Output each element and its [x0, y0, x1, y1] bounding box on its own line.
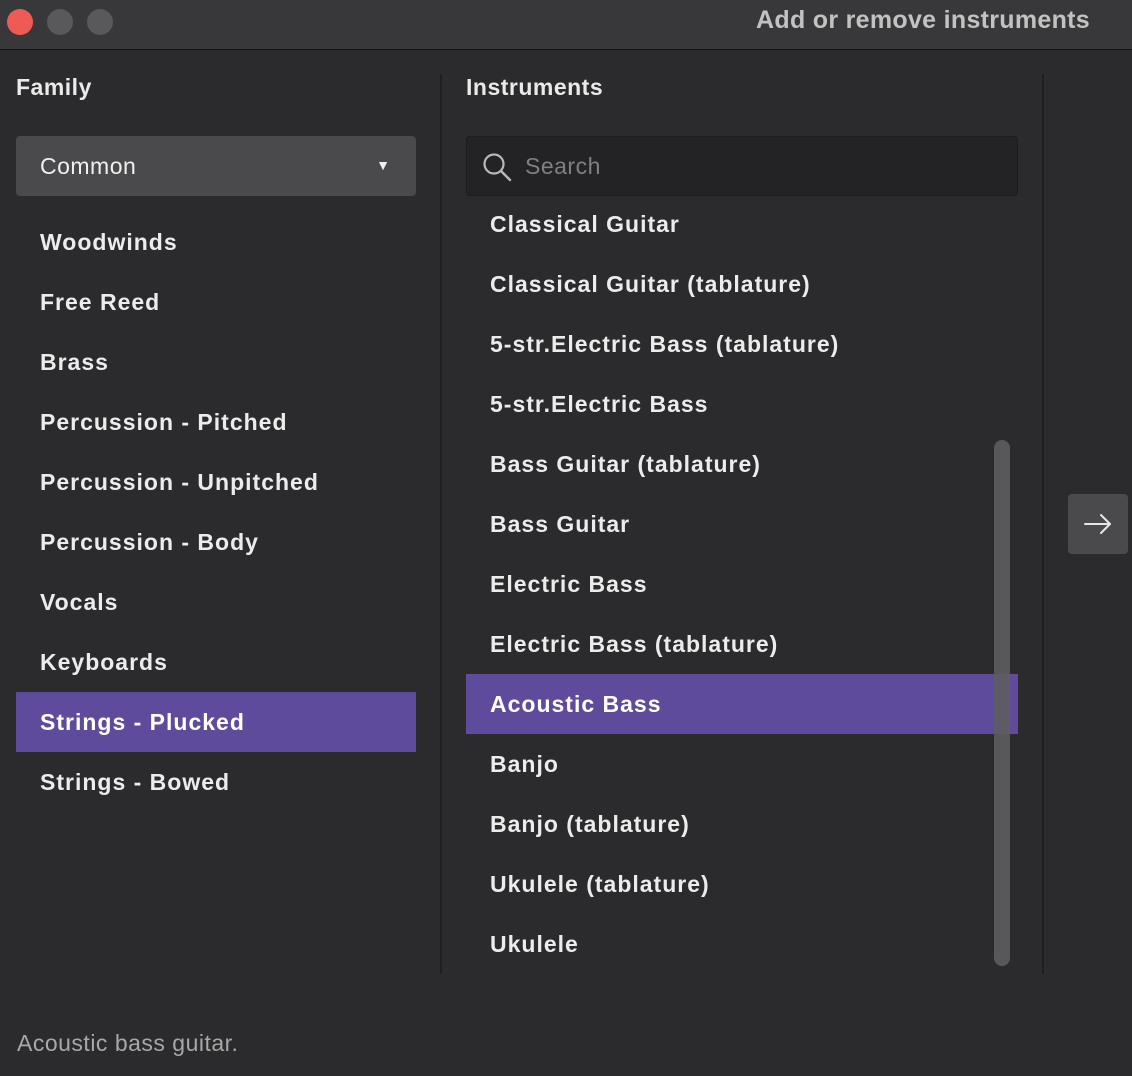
family-item-free-reed[interactable]: Free Reed [16, 272, 416, 332]
family-list: Woodwinds Free Reed Brass Percussion - P… [16, 212, 416, 812]
family-header: Family [16, 74, 92, 100]
arrow-right-icon [1084, 514, 1111, 534]
search-box [466, 136, 1018, 196]
family-dropdown[interactable]: Common ▼ [16, 136, 416, 196]
instrument-item[interactable]: Classical Guitar [466, 194, 1018, 254]
search-icon [483, 153, 512, 182]
instrument-list: Classical Guitar Classical Guitar (tabla… [466, 194, 1018, 974]
family-item-woodwinds[interactable]: Woodwinds [16, 212, 416, 272]
family-item-strings-plucked[interactable]: Strings - Plucked [16, 692, 416, 752]
title-bar: Add or remove instruments [0, 0, 1132, 50]
family-item-percussion-body[interactable]: Percussion - Body [16, 512, 416, 572]
instrument-item[interactable]: Ukulele [466, 914, 1018, 974]
instrument-item-selected[interactable]: Acoustic Bass [466, 674, 1018, 734]
instrument-item[interactable]: Classical Guitar (tablature) [466, 254, 1018, 314]
window-title: Add or remove instruments [756, 6, 1090, 34]
family-item-percussion-pitched[interactable]: Percussion - Pitched [16, 392, 416, 452]
close-window-button[interactable] [7, 9, 33, 35]
instrument-item[interactable]: Bass Guitar [466, 494, 1018, 554]
instrument-description: Acoustic bass guitar. [17, 1030, 239, 1056]
instrument-item[interactable]: Electric Bass [466, 554, 1018, 614]
family-item-strings-bowed[interactable]: Strings - Bowed [16, 752, 416, 812]
instrument-item[interactable]: Banjo (tablature) [466, 794, 1018, 854]
triangle-down-icon: ▼ [376, 157, 390, 173]
instrument-item[interactable]: 5-str.Electric Bass [466, 374, 1018, 434]
instrument-item[interactable]: Bass Guitar (tablature) [466, 434, 1018, 494]
instrument-list-scrollbar[interactable] [994, 440, 1010, 966]
family-item-keyboards[interactable]: Keyboards [16, 632, 416, 692]
instrument-item[interactable]: Electric Bass (tablature) [466, 614, 1018, 674]
instrument-item[interactable]: Ukulele (tablature) [466, 854, 1018, 914]
family-dropdown-value: Common [40, 152, 137, 179]
instruments-header: Instruments [466, 74, 604, 100]
column-divider [1042, 74, 1044, 974]
family-item-brass[interactable]: Brass [16, 332, 416, 392]
minimize-window-button[interactable] [47, 9, 73, 35]
instrument-item[interactable]: Banjo [466, 734, 1018, 794]
instrument-item[interactable]: 5-str.Electric Bass (tablature) [466, 314, 1018, 374]
family-item-percussion-unpitched[interactable]: Percussion - Unpitched [16, 452, 416, 512]
maximize-window-button[interactable] [87, 9, 113, 35]
column-divider [440, 74, 442, 974]
family-item-vocals[interactable]: Vocals [16, 572, 416, 632]
add-instrument-button[interactable] [1068, 494, 1128, 554]
search-input[interactable] [525, 137, 995, 195]
